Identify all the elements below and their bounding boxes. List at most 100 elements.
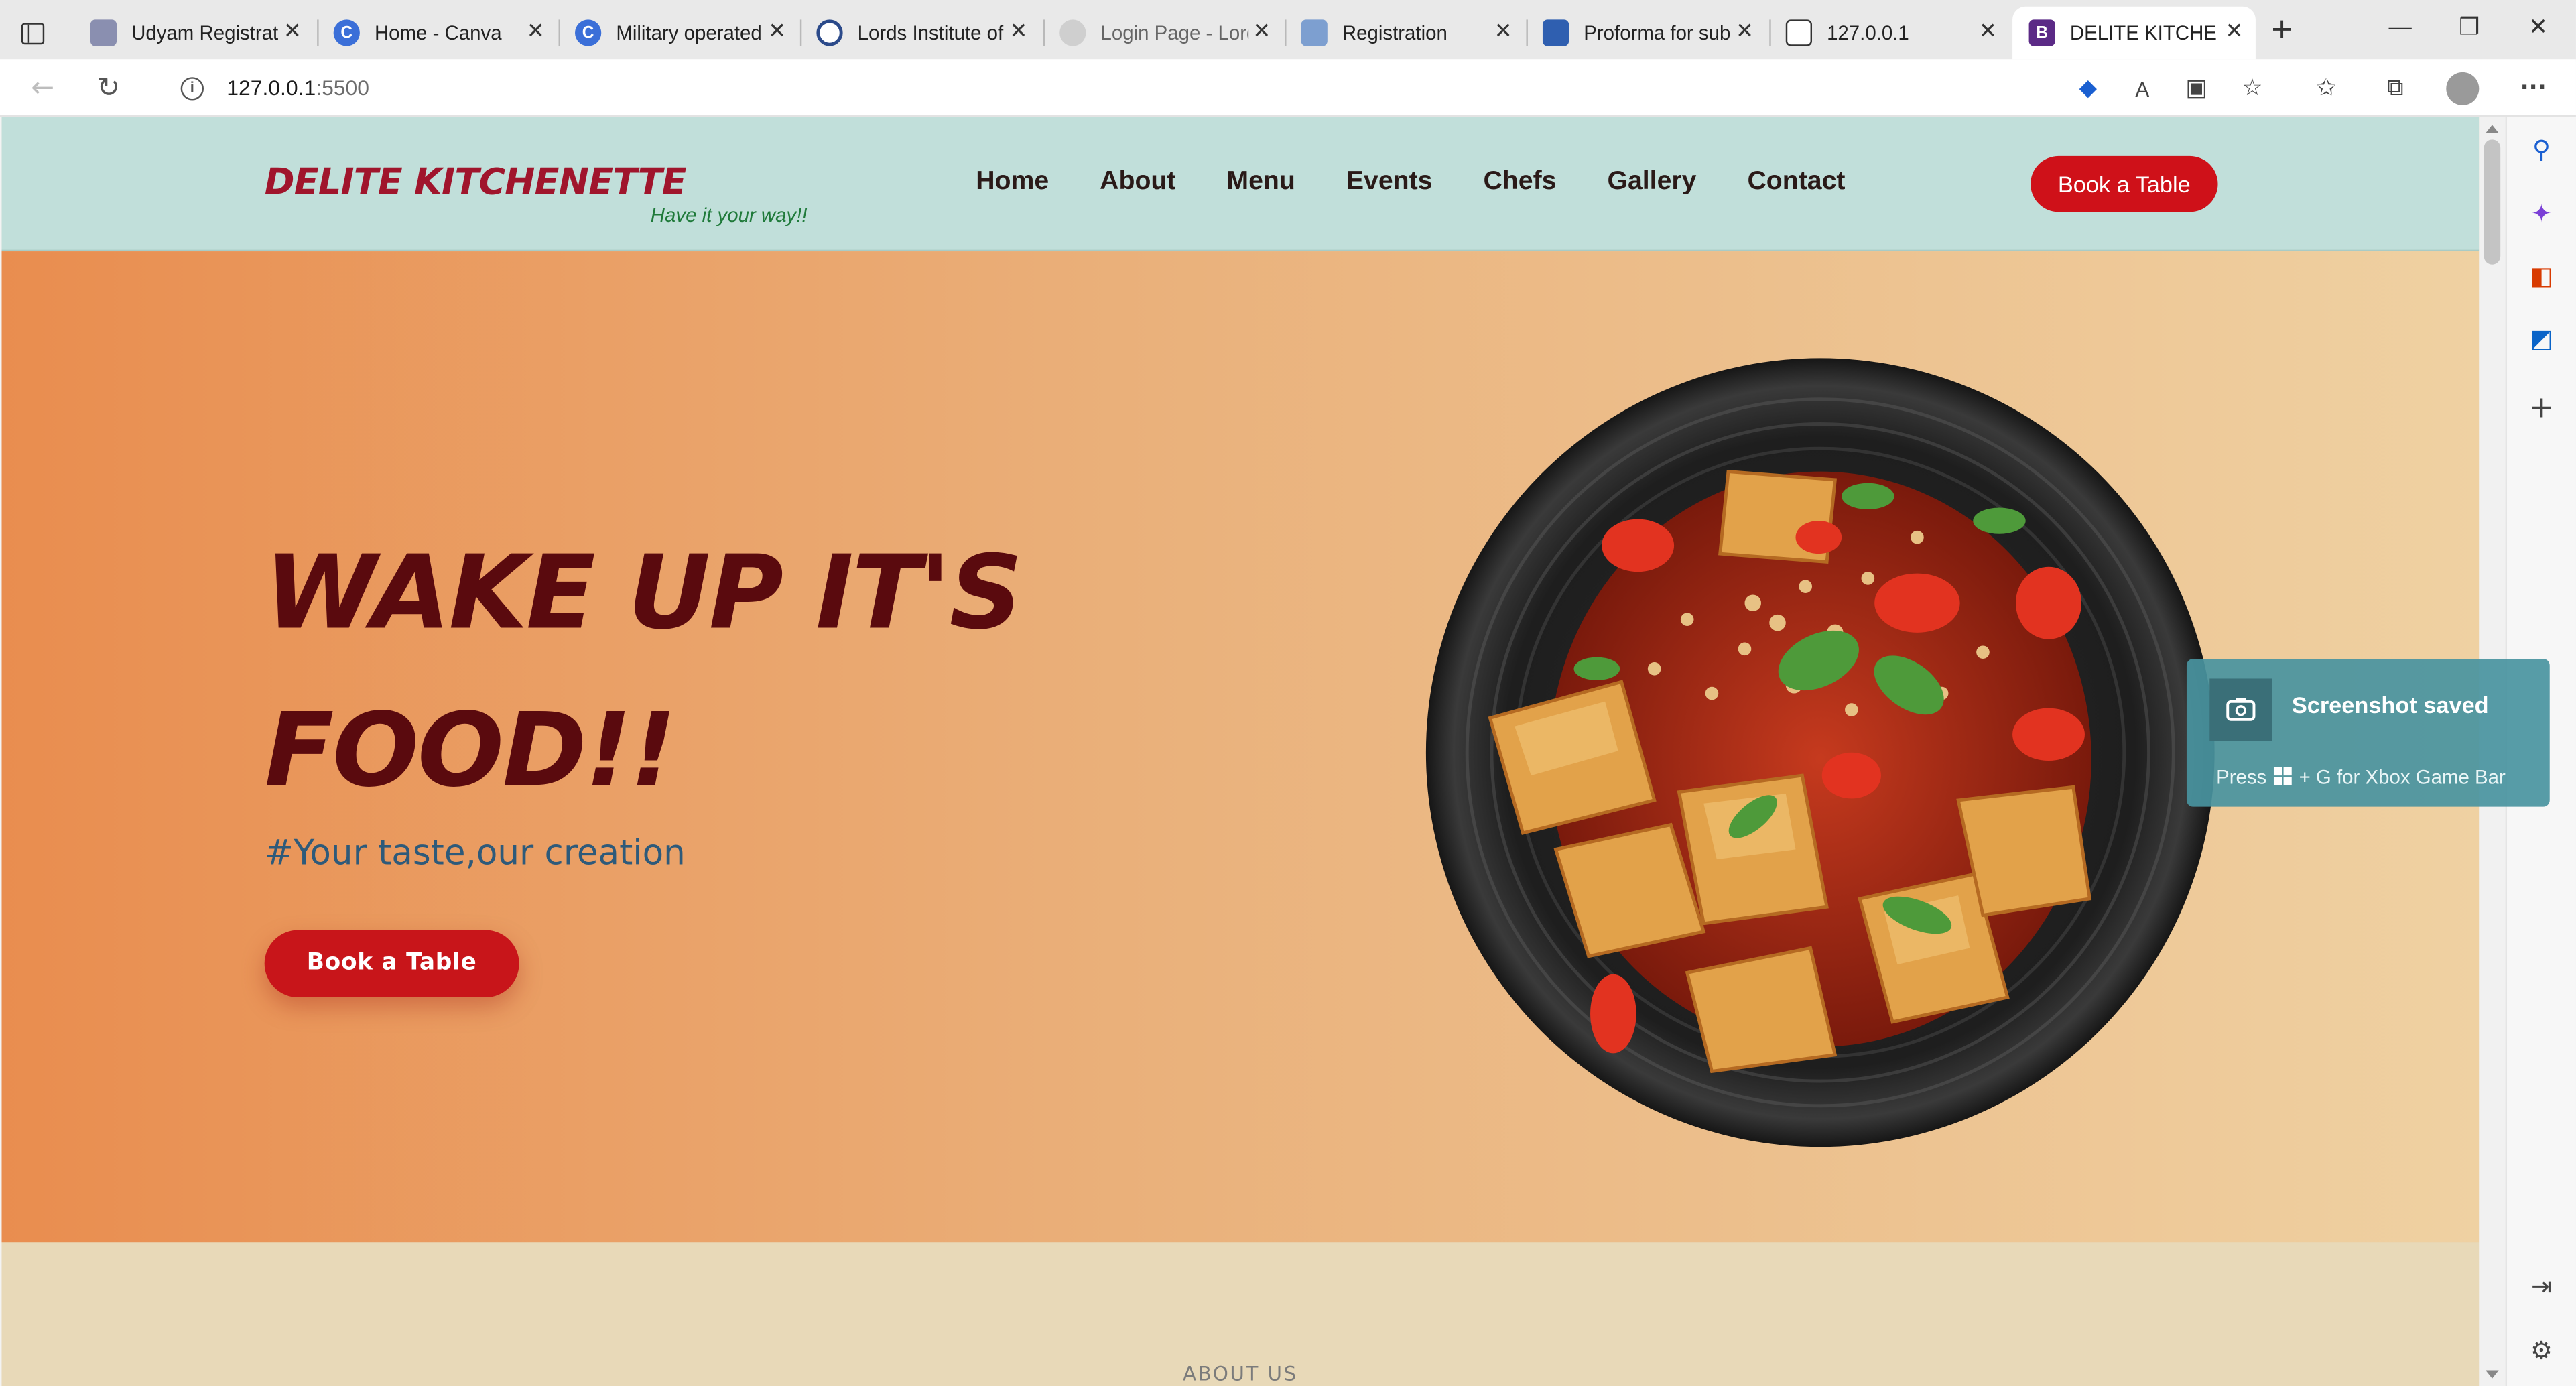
about-label: ABOUT US (1183, 1362, 1298, 1385)
form-favicon-icon (1301, 19, 1328, 46)
copilot-icon[interactable]: ✦ (2525, 197, 2558, 230)
form-favicon-icon (1542, 19, 1569, 46)
tab-actions-button[interactable] (17, 17, 50, 50)
food-dish-image (1425, 358, 2215, 1147)
restore-button[interactable]: ❐ (2445, 13, 2494, 50)
nav-about[interactable]: About (1100, 168, 1175, 197)
tab-title: 127.0.0.1 (1827, 21, 1909, 45)
tab-title: Military operated (616, 21, 762, 45)
nav-menu[interactable]: Menu (1226, 168, 1295, 197)
close-icon[interactable]: ✕ (1250, 19, 1273, 42)
page-favicon-icon (1785, 19, 1813, 46)
tab-canva-military[interactable]: C Military operated ✕ (559, 7, 799, 59)
search-icon[interactable]: ⚲ (2525, 133, 2558, 166)
tab-title: Registration (1342, 21, 1447, 45)
hero-subtitle: #Your taste,our creation (264, 832, 686, 873)
close-icon[interactable]: ✕ (1492, 19, 1515, 42)
hero-title-line1: WAKE UP IT'S (264, 532, 1023, 653)
tab-udyam[interactable]: Udyam Registratic ✕ (74, 7, 314, 59)
toast-body: Press + G for Xbox Game Bar (2216, 765, 2506, 788)
hero-title: WAKE UP IT'S FOOD!! (264, 514, 1023, 830)
udyam-favicon-icon (90, 19, 117, 46)
main-nav: Home About Menu Events Chefs Gallery Con… (976, 168, 1896, 197)
tab-canva-home[interactable]: C Home - Canva ✕ (317, 7, 557, 59)
url-text: 127.0.0.1:5500 (227, 76, 369, 101)
browser-toolbar: ← ↻ i 127.0.0.1:5500 ◆ A ▣ ☆ ✩ ⧉ ··· (0, 59, 2576, 117)
address-bar[interactable]: i 127.0.0.1:5500 (154, 64, 2291, 112)
read-aloud-icon[interactable]: A (2126, 72, 2159, 105)
tab-title: Udyam Registratic (131, 21, 279, 45)
url-port: :5500 (316, 75, 370, 101)
scroll-thumb[interactable] (2484, 139, 2501, 265)
tab-proforma[interactable]: Proforma for sub ✕ (1526, 7, 1766, 59)
nav-chefs[interactable]: Chefs (1483, 168, 1556, 197)
collections-icon[interactable]: ⧉ (2379, 72, 2412, 105)
back-button[interactable]: ← (23, 69, 62, 109)
refresh-button[interactable]: ↻ (88, 69, 128, 109)
new-tab-button[interactable]: + (2264, 11, 2300, 50)
shopping-tag-icon[interactable]: ◆ (2071, 72, 2104, 105)
tab-registration[interactable]: Registration ✕ (1285, 7, 1525, 59)
office-icon[interactable]: ◧ (2525, 259, 2558, 292)
close-icon[interactable]: ✕ (2223, 19, 2246, 42)
close-icon[interactable]: ✕ (765, 19, 788, 42)
nav-contact[interactable]: Contact (1747, 168, 1845, 197)
header-book-table-button[interactable]: Book a Table (2031, 155, 2218, 212)
windows-logo-icon (2273, 767, 2292, 785)
sidebar-settings-icon[interactable]: ⚙ (2525, 1334, 2558, 1367)
outlook-icon[interactable]: ◩ (2525, 322, 2558, 355)
tab-title: Proforma for sub (1584, 21, 1731, 45)
close-icon[interactable]: ✕ (524, 19, 547, 42)
tab-localhost[interactable]: 127.0.0.1 ✕ (1769, 7, 2009, 59)
about-section: ABOUT US (1, 1242, 2480, 1386)
site-header: DELITE KITCHENETTE Have it your way!! Ho… (1, 117, 2480, 252)
toast-title: Screenshot saved (2291, 692, 2489, 718)
more-menu-icon[interactable]: ··· (2517, 72, 2550, 105)
url-host: 127.0.0.1 (227, 75, 316, 101)
close-icon[interactable]: ✕ (1976, 19, 1999, 42)
page-viewport: DELITE KITCHENETTE Have it your way!! Ho… (1, 117, 2480, 1386)
toast-body-prefix: Press (2216, 765, 2267, 789)
hero-title-line2: FOOD!! (264, 690, 677, 810)
bootstrap-favicon-icon: B (2028, 19, 2055, 46)
hero-book-table-button[interactable]: Book a Table (264, 930, 519, 998)
close-icon[interactable]: ✕ (281, 19, 304, 42)
tab-strip: Udyam Registratic ✕ C Home - Canva ✕ C M… (0, 0, 2576, 63)
lords-favicon-icon (816, 19, 843, 46)
toast-body-suffix: + G for Xbox Game Bar (2299, 765, 2506, 789)
tab-title: Home - Canva (374, 21, 502, 45)
scroll-up-arrow[interactable] (2486, 125, 2499, 133)
add-favorite-icon[interactable]: ☆ (2236, 72, 2268, 105)
canva-favicon-icon: C (333, 19, 360, 46)
lords-favicon-icon (1059, 19, 1086, 46)
close-icon[interactable]: ✕ (1007, 19, 1030, 42)
browser-window: Udyam Registratic ✕ C Home - Canva ✕ C M… (0, 0, 2576, 1386)
capture-glyph-icon (2226, 698, 2256, 721)
tab-title: DELITE KITCHENE (2069, 21, 2218, 45)
nav-home[interactable]: Home (976, 168, 1049, 197)
tab-title: Lords Institute of (857, 21, 1004, 45)
info-icon[interactable]: i (180, 76, 204, 100)
favorites-icon[interactable]: ✩ (2310, 72, 2343, 105)
canva-favicon-icon: C (575, 19, 602, 46)
add-sidebar-app-icon[interactable]: + (2525, 390, 2558, 424)
hide-sidebar-icon[interactable]: ⇥ (2525, 1270, 2558, 1303)
immersive-reader-icon[interactable]: ▣ (2180, 72, 2213, 105)
site-tagline: Have it your way!! (650, 203, 808, 227)
tab-delite-kitchenette[interactable]: B DELITE KITCHENE ✕ (2012, 6, 2256, 60)
close-icon[interactable]: ✕ (1733, 19, 1756, 42)
tab-login-page[interactable]: Login Page - Lord ✕ (1043, 7, 1283, 59)
site-logo[interactable]: DELITE KITCHENETTE (265, 163, 687, 204)
nav-gallery[interactable]: Gallery (1607, 168, 1696, 197)
minimize-button[interactable]: — (2376, 13, 2425, 50)
capture-icon (2209, 678, 2272, 741)
tab-actions-icon (21, 22, 45, 44)
scroll-down-arrow[interactable] (2486, 1370, 2499, 1379)
screenshot-toast[interactable]: Screenshot saved Press + G for Xbox Game… (2186, 659, 2550, 807)
profile-avatar-icon[interactable] (2446, 72, 2480, 105)
hero-section: WAKE UP IT'S FOOD!! #Your taste,our crea… (1, 251, 2480, 1243)
window-close-button[interactable]: ✕ (2514, 13, 2563, 50)
tab-title: Login Page - Lord (1100, 21, 1249, 45)
tab-lords-institute[interactable]: Lords Institute of ✕ (800, 7, 1040, 59)
nav-events[interactable]: Events (1346, 168, 1433, 197)
